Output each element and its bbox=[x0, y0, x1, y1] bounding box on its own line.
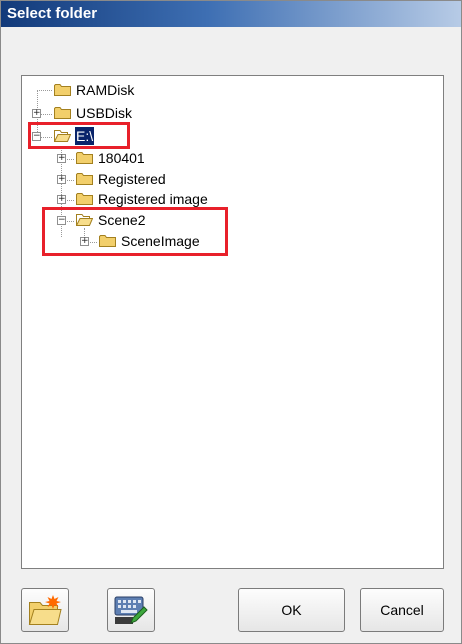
highlight-box bbox=[28, 122, 130, 149]
folder-tree[interactable]: RAMDisk + USBDisk − E:\ + 180401 + Regis… bbox=[21, 75, 444, 569]
tree-node-label: Registered image bbox=[98, 191, 208, 207]
dialog-title: Select folder bbox=[1, 1, 461, 27]
tree-node-label: USBDisk bbox=[76, 105, 133, 121]
select-folder-dialog: Select folder RAMDisk + USBDisk − E:\ + … bbox=[0, 0, 462, 644]
new-folder-button[interactable] bbox=[21, 588, 69, 632]
cancel-button[interactable]: Cancel bbox=[360, 588, 444, 632]
tree-node-label: Registered bbox=[98, 171, 166, 187]
tree-node-registered-image[interactable]: + Registered image bbox=[22, 190, 262, 208]
folder-icon bbox=[76, 193, 93, 205]
folder-icon bbox=[76, 173, 93, 185]
tree-node-registered[interactable]: + Registered bbox=[22, 170, 242, 188]
tree-node-180401[interactable]: + 180401 bbox=[22, 149, 222, 167]
expand-button[interactable]: + bbox=[57, 175, 66, 184]
folder-icon bbox=[76, 152, 93, 164]
expand-button[interactable]: + bbox=[32, 109, 41, 118]
tree-node-usbdisk[interactable]: + USBDisk bbox=[22, 104, 222, 122]
tree-node-ramdisk[interactable]: RAMDisk bbox=[22, 81, 222, 99]
expand-button[interactable]: + bbox=[57, 154, 66, 163]
folder-icon bbox=[54, 84, 71, 96]
tree-node-label: 180401 bbox=[98, 150, 145, 166]
expand-button[interactable]: + bbox=[57, 195, 66, 204]
keyboard-input-button[interactable] bbox=[107, 588, 155, 632]
tree-node-label: RAMDisk bbox=[76, 82, 135, 98]
highlight-box bbox=[42, 207, 228, 256]
folder-icon bbox=[54, 107, 71, 119]
keyboard-edit-icon bbox=[114, 596, 148, 624]
ok-button[interactable]: OK bbox=[238, 588, 345, 632]
new-folder-icon bbox=[28, 595, 62, 625]
